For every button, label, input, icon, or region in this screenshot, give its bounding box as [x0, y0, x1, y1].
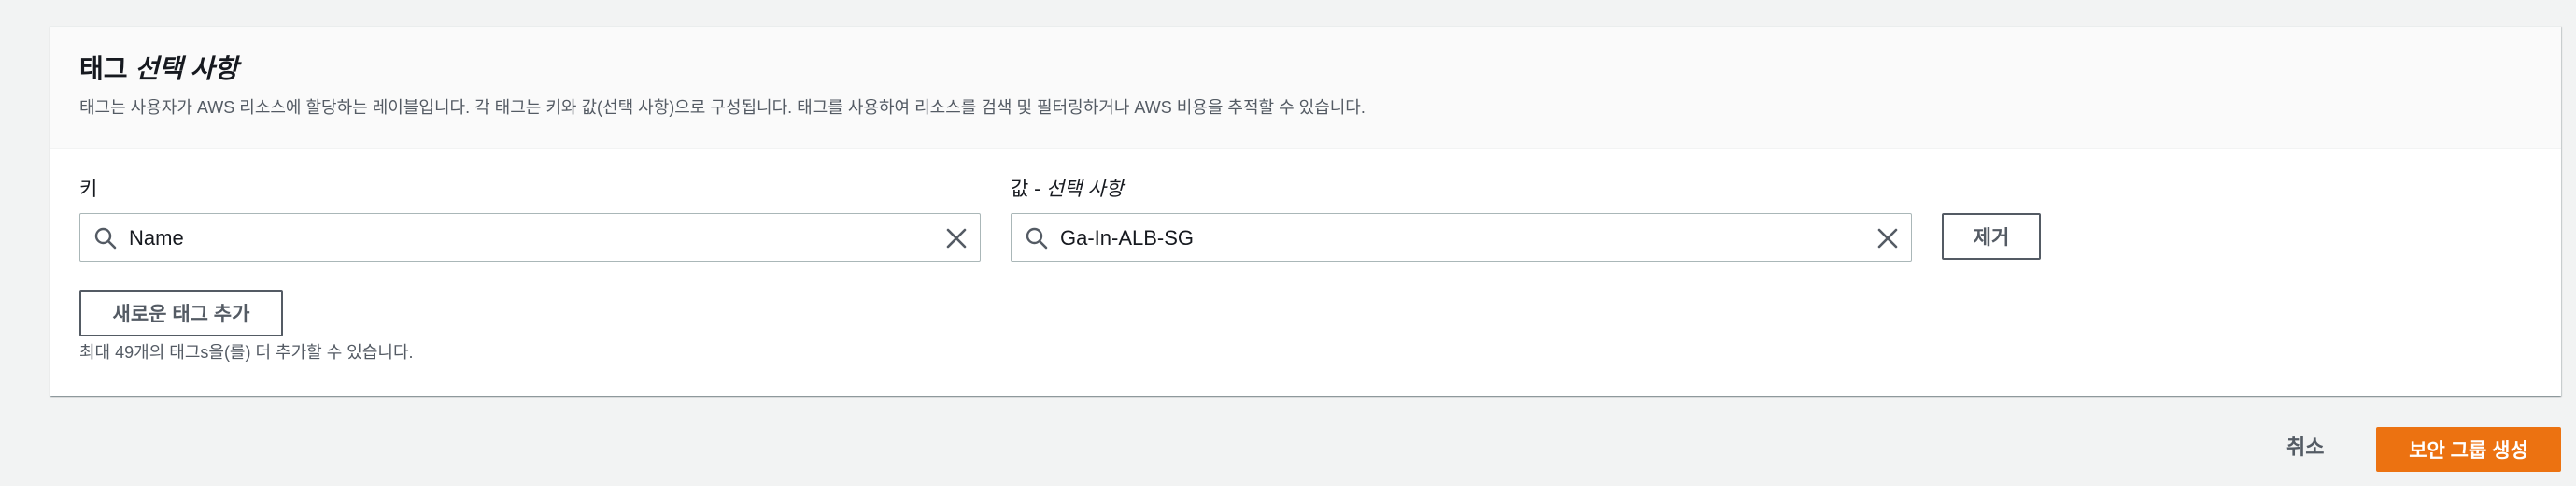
tag-key-input[interactable]: Name [79, 213, 981, 262]
remove-tag-button[interactable]: 제거 [1942, 213, 2041, 260]
tags-title-optional: 선택 사항 [134, 54, 239, 83]
value-label-optional: 선택 사항 [1045, 179, 1125, 200]
tag-key-value[interactable]: Name [129, 225, 184, 251]
tags-panel-header: 태그 선택 사항 태그는 사용자가 AWS 리소스에 할당하는 레이블입니다. … [50, 27, 2561, 149]
cancel-button[interactable]: 취소 [2286, 432, 2324, 464]
tags-title-main: 태그 [79, 54, 128, 83]
tags-section-title: 태그 선택 사항 [79, 53, 238, 85]
search-icon [1026, 227, 1048, 250]
key-label: 키 [79, 179, 98, 200]
tag-value-value[interactable]: Ga-In-ALB-SG [1060, 225, 1194, 251]
search-icon [94, 227, 117, 250]
value-label: 값 - 선택 사항 [1011, 177, 1124, 203]
value-label-main: 값 - [1011, 179, 1046, 200]
tags-section-description: 태그는 사용자가 AWS 리소스에 할당하는 레이블입니다. 각 태그는 키와 … [79, 98, 1366, 117]
tags-panel: 태그 선택 사항 태그는 사용자가 AWS 리소스에 할당하는 레이블입니다. … [50, 26, 2561, 396]
create-security-group-button[interactable]: 보안 그룹 생성 [2376, 427, 2561, 472]
close-icon[interactable] [944, 226, 969, 250]
add-new-tag-button[interactable]: 새로운 태그 추가 [79, 290, 283, 336]
tag-value-input[interactable]: Ga-In-ALB-SG [1011, 213, 1912, 262]
tag-limit-note: 최대 49개의 태그s을(를) 더 추가할 수 있습니다. [79, 343, 414, 362]
close-icon[interactable] [1875, 226, 1900, 250]
